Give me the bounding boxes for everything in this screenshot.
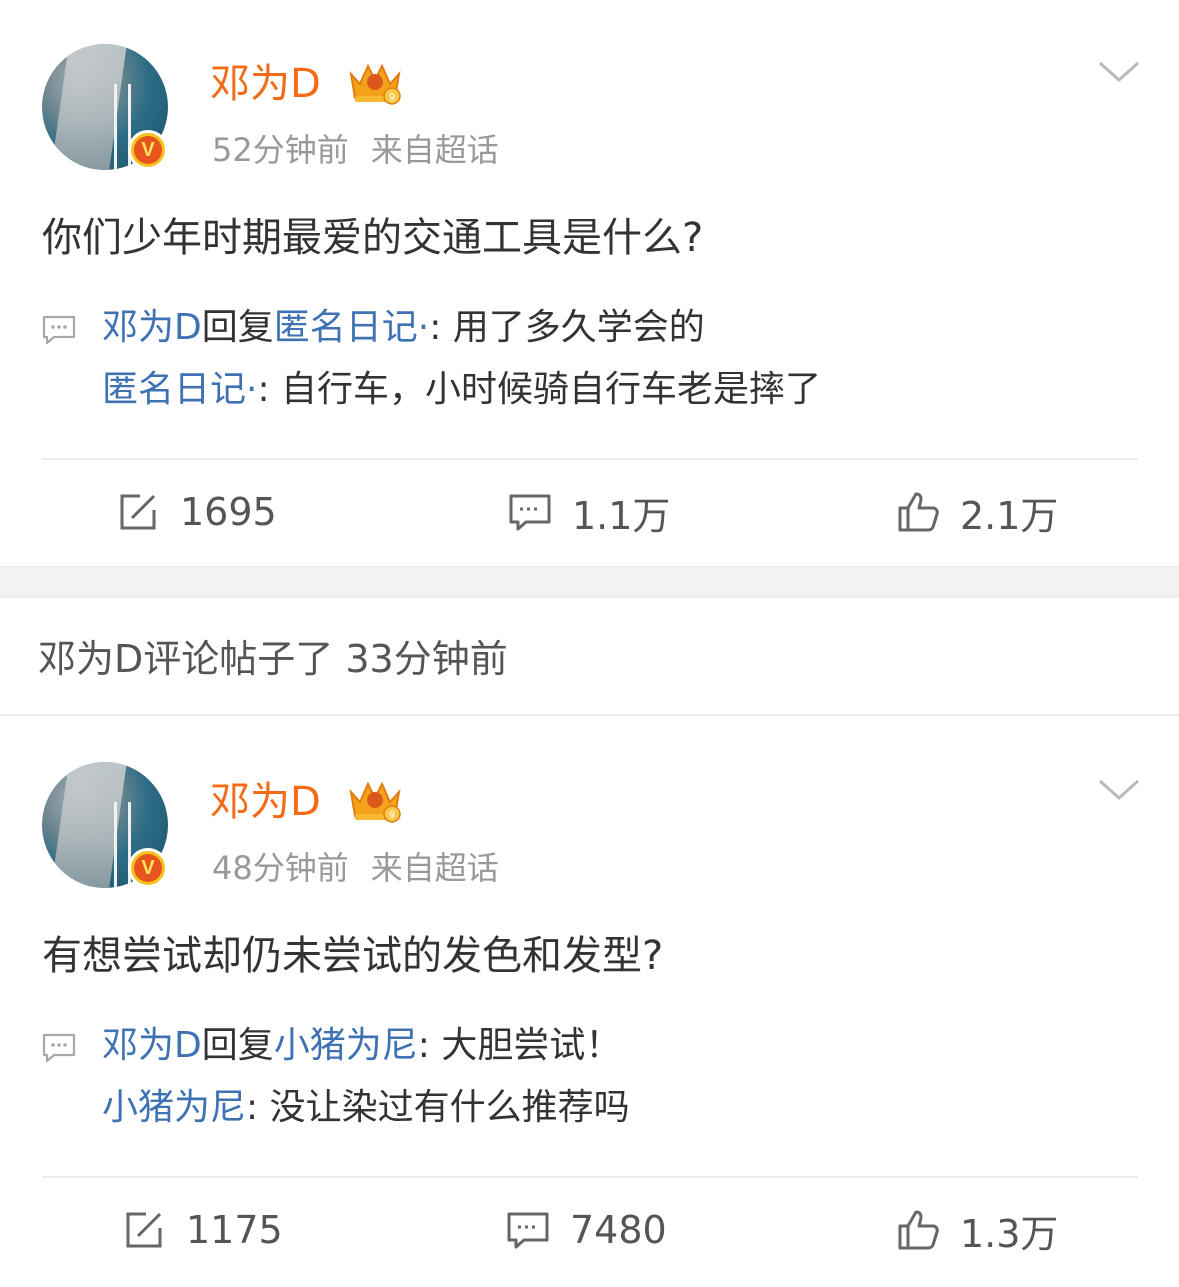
divider: [42, 458, 1138, 460]
like-count: 1.3万: [960, 1211, 1059, 1256]
post-content[interactable]: 有想尝试却仍未尝试的发色和发型?: [42, 928, 663, 984]
like-button[interactable]: 1.3万: [896, 1180, 1058, 1280]
comment-icon: [507, 1212, 549, 1249]
activity-text: 邓为D评论帖子了 33分钟前: [38, 637, 508, 681]
like-button[interactable]: 2.1万: [896, 462, 1058, 562]
like-icon: [898, 1210, 939, 1250]
reply-author[interactable]: 邓为D: [102, 307, 202, 348]
crown-badge-icon: 9: [349, 63, 401, 105]
repost-count: 1695: [180, 490, 277, 534]
repost-icon: [126, 1212, 162, 1248]
reply-bubble-icon: [42, 1033, 76, 1063]
post-time: 52分钟前: [212, 131, 349, 169]
reply-target[interactable]: 匿名日记·: [274, 307, 429, 348]
like-icon: [898, 492, 939, 532]
weibo-post: V 邓为D 9 52分钟前 来自超话 你们少年时期最爱的交通工具是什么? 邓为D回…: [0, 0, 1179, 566]
comment-count: 7480: [570, 1208, 667, 1252]
comment-button[interactable]: 1.1万: [508, 462, 670, 562]
divider: [42, 1176, 1138, 1178]
reply-author[interactable]: 小猪为尼: [102, 1087, 246, 1128]
repost-count: 1175: [186, 1208, 283, 1252]
crown-badge-icon: 9: [349, 781, 401, 823]
reply-line: 邓为D回复匿名日记·: 用了多久学会的: [102, 307, 705, 348]
activity-header: 邓为D评论帖子了 33分钟前: [0, 598, 1179, 716]
comment-icon: [509, 494, 551, 531]
reply-author[interactable]: 匿名日记·: [102, 369, 257, 410]
reply-line: 匿名日记·: 自行车，小时候骑自行车老是摔了: [102, 369, 822, 410]
chevron-down-icon[interactable]: [1098, 60, 1140, 84]
section-gap: [0, 566, 1179, 598]
post-content[interactable]: 你们少年时期最爱的交通工具是什么?: [42, 210, 703, 266]
weibo-post: V 邓为D 9 48分钟前 来自超话 有想尝试却仍未尝试的发色和发型? 邓为D回复…: [0, 718, 1179, 1287]
username[interactable]: 邓为D: [210, 774, 321, 830]
svg-text:9: 9: [389, 810, 395, 821]
chevron-down-icon[interactable]: [1098, 778, 1140, 802]
reply-bubble-icon: [42, 315, 76, 345]
comment-count: 1.1万: [572, 493, 671, 538]
repost-icon: [120, 494, 156, 530]
post-meta: 52分钟前 来自超话: [212, 128, 499, 172]
repost-button[interactable]: 1695: [116, 462, 277, 562]
post-time: 48分钟前: [212, 849, 349, 887]
post-source[interactable]: 来自超话: [371, 131, 499, 169]
verified-badge-icon: V: [128, 848, 168, 888]
action-bar: 1695 1.1万 2.1万: [0, 462, 1179, 562]
username[interactable]: 邓为D: [210, 56, 321, 112]
svg-text:9: 9: [389, 92, 395, 103]
like-count: 2.1万: [960, 493, 1059, 538]
reply-target[interactable]: 小猪为尼: [274, 1025, 418, 1066]
reply-author[interactable]: 邓为D: [102, 1025, 202, 1066]
post-source[interactable]: 来自超话: [371, 849, 499, 887]
reply-line: 邓为D回复小猪为尼: 大胆尝试！: [102, 1025, 622, 1066]
repost-button[interactable]: 1175: [122, 1180, 283, 1280]
post-meta: 48分钟前 来自超话: [212, 846, 499, 890]
reply-line: 小猪为尼: 没让染过有什么推荐吗: [102, 1087, 630, 1128]
action-bar: 1175 7480 1.3万: [0, 1180, 1179, 1280]
verified-badge-icon: V: [128, 130, 168, 170]
comment-button[interactable]: 7480: [506, 1180, 667, 1280]
